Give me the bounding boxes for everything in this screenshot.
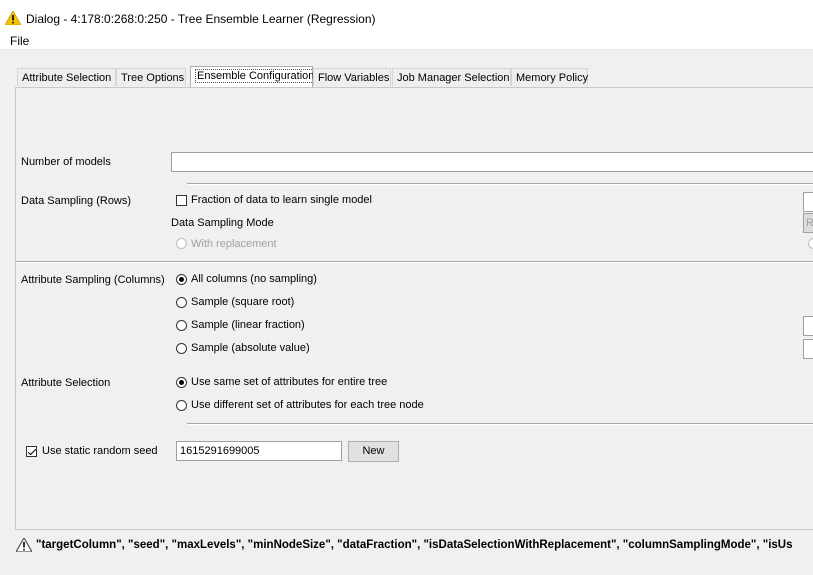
sample-square-root-radio[interactable] bbox=[176, 297, 187, 308]
menu-bar: File bbox=[0, 31, 813, 50]
static-seed-checkbox[interactable] bbox=[26, 446, 37, 457]
tab-attribute-selection[interactable]: Attribute Selection bbox=[17, 68, 116, 86]
column-option-label: Sample (absolute value) bbox=[191, 342, 310, 354]
separator bbox=[187, 423, 813, 425]
tab-label: Tree Options bbox=[121, 72, 185, 84]
with-replacement-radio[interactable] bbox=[176, 238, 187, 249]
column-option-label: Sample (linear fraction) bbox=[191, 319, 305, 331]
seed-input[interactable] bbox=[176, 441, 342, 461]
tab-label: Ensemble Configuration bbox=[195, 69, 317, 83]
separator bbox=[187, 183, 813, 185]
with-replacement-label: With replacement bbox=[191, 238, 277, 250]
column-option-label: All columns (no sampling) bbox=[191, 273, 317, 285]
tab-memory-policy[interactable]: Memory Policy bbox=[511, 68, 588, 86]
separator bbox=[16, 261, 813, 263]
tab-job-manager-selection[interactable]: Job Manager Selection bbox=[392, 68, 511, 86]
absolute-value-spinner[interactable] bbox=[803, 339, 813, 359]
status-message: "targetColumn", "seed", "maxLevels", "mi… bbox=[36, 539, 793, 551]
number-of-models-label: Number of models bbox=[21, 156, 111, 168]
fraction-checkbox-label: Fraction of data to learn single model bbox=[191, 194, 372, 206]
ensemble-configuration-panel: Number of models Data Sampling (Rows) Fr… bbox=[15, 87, 813, 530]
attribute-sampling-label: Attribute Sampling (Columns) bbox=[21, 274, 165, 286]
fraction-spinner[interactable] bbox=[803, 192, 813, 212]
tab-label: Job Manager Selection bbox=[397, 72, 510, 84]
attribute-selection-option-label: Use different set of attributes for each… bbox=[191, 399, 424, 411]
sampling-mode-dropdown-text: R bbox=[806, 217, 813, 229]
tab-flow-variables[interactable]: Flow Variables bbox=[313, 68, 391, 86]
all-columns-radio[interactable] bbox=[176, 274, 187, 285]
menu-file[interactable]: File bbox=[10, 34, 29, 48]
linear-fraction-spinner[interactable] bbox=[803, 316, 813, 336]
warning-icon bbox=[5, 11, 21, 25]
sample-absolute-value-radio[interactable] bbox=[176, 343, 187, 354]
sample-linear-fraction-radio[interactable] bbox=[176, 320, 187, 331]
attribute-selection-option-label: Use same set of attributes for entire tr… bbox=[191, 376, 388, 388]
tab-label: Attribute Selection bbox=[22, 72, 112, 84]
data-sampling-label: Data Sampling (Rows) bbox=[21, 195, 132, 207]
column-option-label: Sample (square root) bbox=[191, 296, 295, 308]
fraction-checkbox[interactable] bbox=[176, 195, 187, 206]
static-seed-label: Use static random seed bbox=[42, 445, 158, 457]
same-attributes-radio[interactable] bbox=[176, 377, 187, 388]
warning-icon bbox=[16, 538, 32, 552]
new-seed-button[interactable]: New bbox=[348, 441, 399, 462]
title-bar: Dialog - 4:178:0:268:0:250 - Tree Ensemb… bbox=[0, 0, 813, 31]
tab-tree-options[interactable]: Tree Options bbox=[116, 68, 186, 86]
without-replacement-radio[interactable] bbox=[808, 238, 813, 249]
number-of-models-input[interactable] bbox=[171, 152, 813, 172]
status-bar: "targetColumn", "seed", "maxLevels", "mi… bbox=[0, 531, 813, 575]
tab-label: Flow Variables bbox=[318, 72, 390, 84]
window-title: Dialog - 4:178:0:268:0:250 - Tree Ensemb… bbox=[26, 12, 376, 26]
attribute-selection-label: Attribute Selection bbox=[21, 377, 111, 389]
sampling-mode-label: Data Sampling Mode bbox=[171, 217, 274, 229]
different-attributes-radio[interactable] bbox=[176, 400, 187, 411]
tab-label: Memory Policy bbox=[516, 72, 589, 84]
sampling-mode-dropdown[interactable]: R bbox=[803, 213, 813, 233]
tab-ensemble-configuration[interactable]: Ensemble Configuration bbox=[190, 66, 317, 87]
